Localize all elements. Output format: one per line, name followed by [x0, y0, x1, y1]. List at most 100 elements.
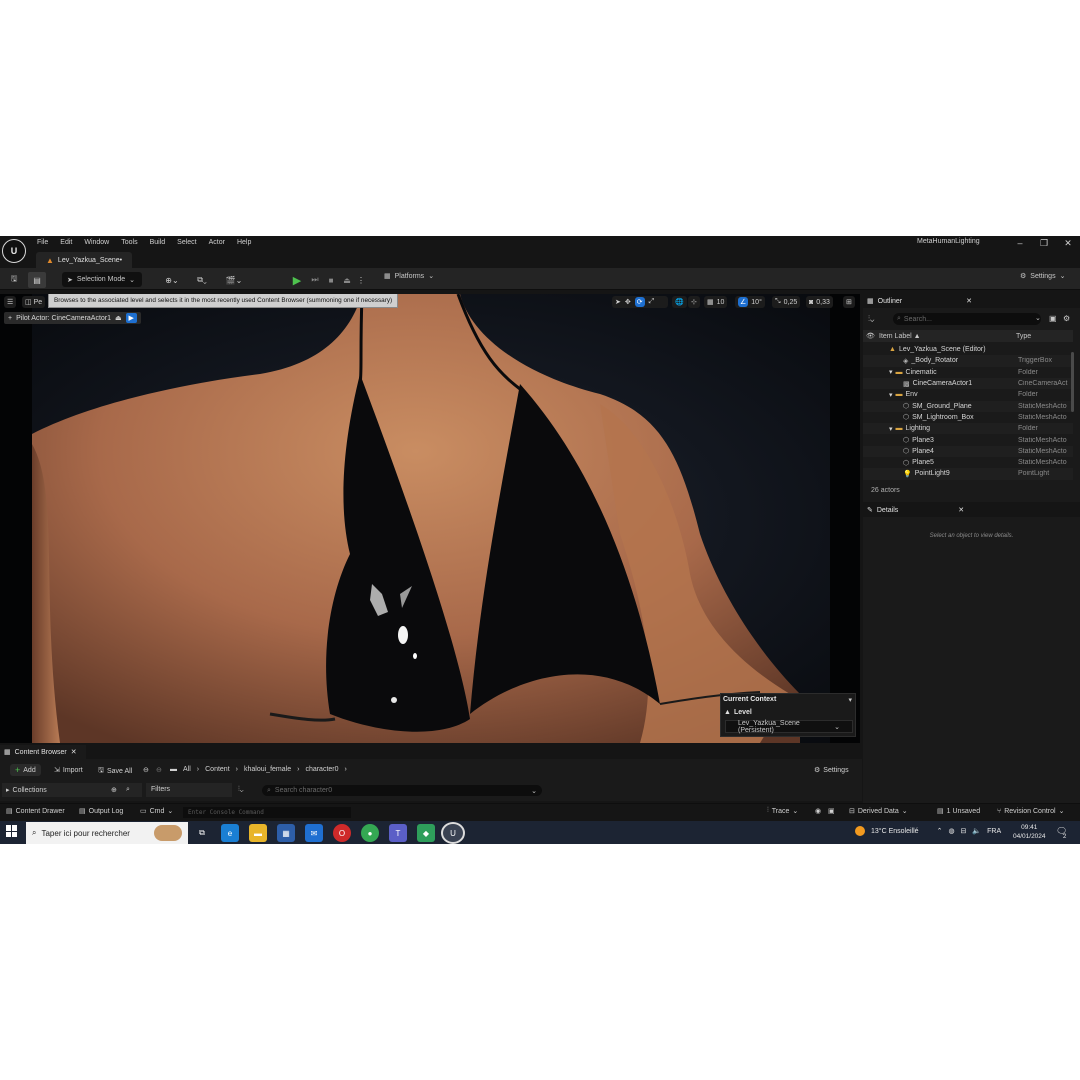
file-explorer-icon[interactable]: ▬ — [249, 824, 267, 842]
type-column[interactable]: Type — [1016, 333, 1031, 340]
expand-arrow-icon[interactable]: ▾ — [889, 391, 893, 399]
unreal-taskbar-icon[interactable]: U — [441, 822, 465, 844]
outliner-row[interactable]: ⬡ Plane5 StaticMeshActo — [863, 457, 1073, 468]
selection-mode-dropdown[interactable]: ➤ Selection Mode ⌄ — [62, 272, 142, 287]
clock[interactable]: 09:41 04/01/2024 — [1013, 823, 1046, 841]
item-label-column[interactable]: Item Label ▲ — [879, 333, 921, 340]
add-folder-icon[interactable]: ▣ — [1049, 314, 1057, 323]
outliner-row[interactable]: ⬡ SM_Lightroom_Box StaticMeshActo — [863, 412, 1073, 423]
outliner-row[interactable]: ⬡ Plane3 StaticMeshActo — [863, 434, 1073, 445]
level-select[interactable]: Lev_Yazkua_Scene (Persistent) ⌄ — [725, 720, 853, 734]
level-viewport[interactable]: ☰ ◫ Pe Browses to the associated level a… — [0, 294, 860, 743]
unsaved-button[interactable]: ▤ 1 Unsaved — [937, 807, 980, 816]
language-label[interactable]: FRA — [987, 828, 1001, 835]
console-input[interactable]: Enter Console Command — [183, 807, 351, 818]
rotation-snap-toggle[interactable]: ∠ 10° — [735, 296, 765, 308]
close-tab-icon[interactable]: ✕ — [71, 748, 77, 756]
store-icon[interactable]: ▦ — [277, 824, 295, 842]
eject-pilot-icon[interactable]: ⏏ — [115, 314, 122, 322]
menu-help[interactable]: Help — [231, 237, 257, 249]
chrome-icon[interactable]: ● — [361, 824, 379, 842]
perspective-dropdown[interactable]: ◫ Pe — [22, 296, 46, 308]
app-icon[interactable]: ◍ — [948, 827, 954, 835]
close-tab-icon[interactable]: ✕ — [958, 506, 964, 514]
teams-icon[interactable]: T — [389, 824, 407, 842]
outliner-row[interactable]: ▾ ▬ Env Folder — [863, 389, 1073, 400]
search-icon[interactable]: ⌕ — [126, 786, 130, 794]
save-all-button[interactable]: 🖫 Save All — [98, 766, 132, 777]
filters-label[interactable]: Filters — [151, 786, 170, 793]
outliner-row[interactable]: ▾ ▬ Cinematic Folder — [863, 367, 1073, 378]
menu-window[interactable]: Window — [78, 237, 115, 249]
screenshot-icon[interactable]: ▣ — [828, 807, 835, 815]
content-browse-icon[interactable]: ▤ — [28, 272, 46, 288]
folder-icon[interactable]: ▬ — [170, 766, 177, 773]
outliner-row[interactable]: ▩ CineCameraActor1 CineCameraAct — [863, 377, 1073, 390]
network-icon[interactable]: ⊟ — [961, 827, 967, 835]
filter-icon[interactable]: ⫶⌄ — [238, 786, 244, 794]
close-icon[interactable]: ✕ — [1056, 236, 1080, 250]
select-tool-icon[interactable]: ➤ — [615, 298, 621, 306]
filter-icon[interactable]: ⫶⌄ — [868, 314, 874, 324]
menu-tools[interactable]: Tools — [115, 237, 143, 249]
outliner-scrollbar[interactable] — [1071, 352, 1074, 412]
content-browser-tab[interactable]: ▦ Content Browser ✕ — [0, 745, 86, 759]
minimize-icon[interactable]: – — [1008, 236, 1032, 250]
platforms-button[interactable]: ▦ Platforms ⌄ — [384, 272, 434, 281]
chevron-up-icon[interactable]: ⌃ — [937, 827, 943, 835]
rotate-tool-icon[interactable]: ⟳ — [634, 297, 645, 307]
expand-arrow-icon[interactable]: ▾ — [889, 368, 893, 376]
outliner-row[interactable]: ⬡ Plane4 StaticMeshActo — [863, 445, 1073, 457]
camera-icon[interactable]: ▶ — [125, 313, 137, 323]
layout-icon[interactable]: ⊞ — [843, 296, 855, 308]
task-view-icon[interactable]: ⧉ — [193, 824, 211, 842]
add-actor-icon[interactable]: ⊕⌄ — [160, 272, 184, 288]
camera-speed-button[interactable]: ◙ 0,33 — [806, 296, 833, 308]
mail-icon[interactable]: ✉ — [305, 824, 323, 842]
breadcrumb-character0[interactable]: character0 — [305, 766, 338, 773]
record-icon[interactable]: ◉ — [815, 807, 821, 815]
play-icon[interactable]: ▶ — [290, 272, 304, 288]
viewport-menu-icon[interactable]: ☰ — [4, 296, 17, 308]
cinematics-icon[interactable]: 🎬⌄ — [222, 272, 246, 288]
scale-tool-icon[interactable]: ⤢ — [649, 298, 655, 306]
edge-icon[interactable]: e — [221, 824, 239, 842]
history-forward-icon[interactable]: ⊖ — [156, 766, 162, 774]
menu-file[interactable]: File — [31, 237, 54, 249]
outliner-row[interactable]: ⬡ SM_Ground_Plane StaticMeshActo — [863, 400, 1073, 412]
menu-edit[interactable]: Edit — [54, 237, 78, 249]
history-back-icon[interactable]: ⊖ — [143, 766, 149, 774]
close-tab-icon[interactable]: ✕ — [966, 297, 972, 305]
outliner-row[interactable]: ◈ _Body_Rotator TriggerBox — [863, 355, 1073, 367]
settings-button[interactable]: ⚙ Settings ⌄ — [1020, 272, 1065, 281]
output-log-button[interactable]: ▤ Output Log — [79, 807, 123, 816]
volume-icon[interactable]: 🔈 — [972, 827, 981, 835]
menu-select[interactable]: Select — [171, 237, 202, 249]
chevron-down-icon[interactable]: ▾ — [848, 696, 852, 704]
world-space-icon[interactable]: 🌐 — [672, 296, 687, 308]
stop-icon[interactable]: ■ — [324, 272, 338, 288]
blueprint-icon[interactable]: ⧉⌄ — [190, 272, 214, 288]
derived-data-button[interactable]: ⊟ Derived Data ⌄ — [849, 807, 908, 816]
pilot-plus-icon[interactable]: + — [8, 315, 12, 322]
collections-toggle[interactable]: ▸ Collections — [6, 786, 47, 795]
add-collection-icon[interactable]: ⊕ — [111, 786, 117, 794]
windows-start-icon[interactable] — [6, 825, 18, 837]
scale-snap-toggle[interactable]: ⤡ 0,25 — [772, 296, 801, 308]
step-icon[interactable]: ⏭ — [308, 272, 322, 288]
level-tab[interactable]: ▲ Lev_Yazkua_Scene• — [36, 252, 133, 268]
more-options-icon[interactable]: ⋮ — [356, 272, 366, 288]
gear-icon[interactable]: ⚙ — [1063, 314, 1070, 323]
translate-tool-icon[interactable]: ✥ — [625, 298, 631, 306]
chevron-down-icon[interactable]: ⌄ — [1035, 314, 1041, 322]
content-settings-button[interactable]: ⚙ Settings — [814, 766, 849, 775]
trace-button[interactable]: ⫶ Trace ⌄ — [767, 807, 798, 815]
content-search-input[interactable]: ⌕ Search character0 ⌄ — [262, 785, 542, 796]
outliner-tab[interactable]: ▦ Outliner ✕ — [863, 294, 1080, 308]
outliner-row[interactable]: ▲ Lev_Yazkua_Scene (Editor) — [863, 344, 1073, 355]
breadcrumb-khaloui-female[interactable]: khaloui_female — [244, 766, 291, 773]
eject-icon[interactable]: ⏏ — [340, 272, 354, 288]
details-tab[interactable]: ✎ Details ✕ — [863, 503, 1080, 517]
menu-build[interactable]: Build — [144, 237, 172, 249]
maps-icon[interactable]: ◆ — [417, 824, 435, 842]
